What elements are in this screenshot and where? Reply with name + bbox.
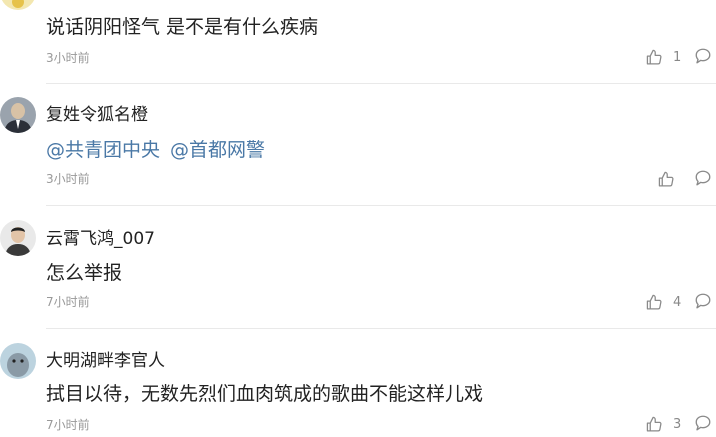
avatar[interactable] <box>0 343 36 379</box>
username[interactable]: 大明湖畔李官人 <box>46 346 165 371</box>
comment-time: 3小时前 <box>46 51 90 65</box>
thumbs-up-icon <box>646 49 662 65</box>
like-count: 4 <box>673 294 682 310</box>
like-button[interactable]: 1 <box>646 47 681 67</box>
avatar[interactable] <box>0 220 36 256</box>
username[interactable]: 复姓令狐名橙 <box>46 100 148 125</box>
divider <box>46 205 716 206</box>
comment-text: @共青团中央 @首都网警 <box>46 135 275 162</box>
like-button[interactable] <box>658 169 675 189</box>
thumbs-up-icon <box>646 294 662 310</box>
like-count: 1 <box>673 49 682 65</box>
reply-button[interactable] <box>694 169 714 189</box>
reply-button[interactable] <box>694 292 714 312</box>
avatar[interactable] <box>0 97 36 133</box>
comment-time: 3小时前 <box>46 172 90 186</box>
thumbs-up-icon <box>658 171 674 187</box>
thumbs-up-icon <box>646 416 662 432</box>
reply-button[interactable] <box>694 414 714 434</box>
comment-time: 7小时前 <box>46 295 90 309</box>
avatar[interactable] <box>0 0 36 10</box>
divider <box>46 328 716 329</box>
reply-button[interactable] <box>694 47 714 67</box>
like-count: 3 <box>673 416 682 432</box>
mention-link[interactable]: @共青团中央 <box>46 139 160 161</box>
username[interactable]: 云霄飞鸿_007 <box>46 224 155 249</box>
speech-bubble-icon <box>695 415 711 431</box>
comment-time: 7小时前 <box>46 418 90 432</box>
comment-text: 拭目以待，无数先烈们血肉筑成的歌曲不能这样儿戏 <box>46 383 484 405</box>
speech-bubble-icon <box>695 48 711 64</box>
like-button[interactable]: 4 <box>646 292 681 312</box>
comment-text: 说话阴阳怪气 是不是有什么疾病 <box>46 16 319 38</box>
comment-text: 怎么举报 <box>46 262 123 284</box>
speech-bubble-icon <box>695 293 711 309</box>
mention-link[interactable]: @首都网警 <box>170 139 265 161</box>
like-button[interactable]: 3 <box>646 414 681 434</box>
speech-bubble-icon <box>695 170 711 186</box>
divider <box>46 83 716 84</box>
